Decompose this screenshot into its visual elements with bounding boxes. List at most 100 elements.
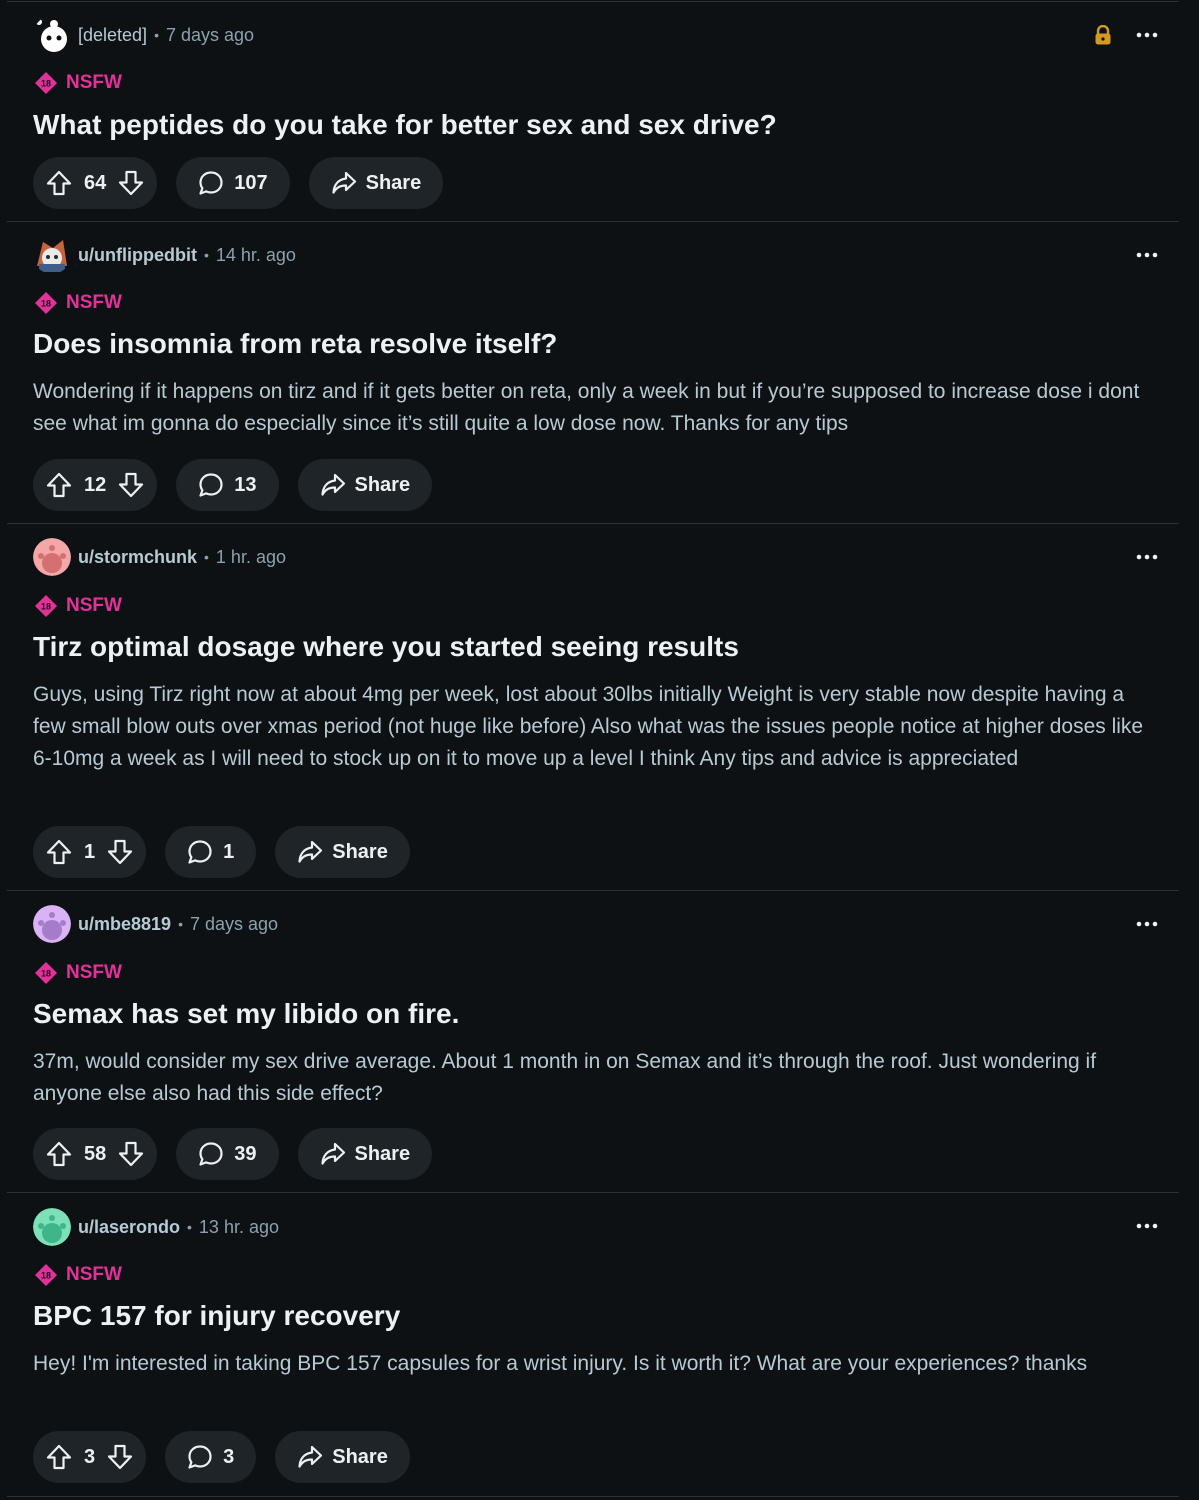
post-meta: u/unflippedbit • 14 hr. ago [33, 235, 296, 275]
nsfw-18-icon: 18 [35, 1264, 57, 1286]
post-actions: 1 1 Share [33, 826, 410, 878]
vote-control: 64 [33, 157, 158, 209]
post-meta: u/laserondo • 13 hr. ago [33, 1207, 279, 1247]
share-label: Share [332, 1445, 388, 1468]
avatar[interactable] [33, 1208, 71, 1246]
share-icon [297, 1444, 323, 1470]
share-icon [320, 1141, 346, 1167]
vote-count: 3 [84, 1445, 96, 1468]
more-options-icon[interactable] [1135, 243, 1159, 267]
divider [7, 1496, 1179, 1497]
post-title[interactable]: BPC 157 for injury recovery [33, 1298, 1159, 1334]
avatar[interactable] [33, 236, 71, 274]
share-button[interactable]: Share [297, 1128, 433, 1180]
post-actions: 12 13 Share [33, 459, 433, 511]
share-button[interactable]: Share [275, 826, 410, 878]
more-options-icon[interactable] [1135, 23, 1159, 47]
post-time: 14 hr. ago [215, 244, 296, 265]
svg-text:18: 18 [41, 79, 51, 89]
avatar[interactable] [33, 905, 71, 943]
comment-count: 39 [234, 1142, 257, 1165]
nsfw-18-icon: 18 [35, 292, 57, 314]
vote-control: 58 [33, 1128, 158, 1180]
post-body[interactable]: 37m, would consider my sex drive average… [33, 1046, 1158, 1110]
divider [7, 221, 1179, 222]
post-tools [1135, 537, 1159, 577]
comment-icon [198, 170, 224, 196]
vote-count: 64 [84, 171, 107, 194]
downvote-icon[interactable] [118, 170, 144, 196]
comment-icon [187, 1444, 213, 1470]
post-tools [1135, 1206, 1159, 1246]
separator-dot: • [154, 27, 159, 43]
nsfw-tag: 18 NSFW [34, 1263, 122, 1287]
post-tools [1093, 15, 1159, 55]
post-time: 13 hr. ago [198, 1216, 279, 1237]
upvote-icon[interactable] [46, 1141, 72, 1167]
downvote-icon[interactable] [118, 1141, 144, 1167]
nsfw-label: NSFW [66, 962, 122, 983]
nsfw-tag: 18 NSFW [34, 71, 122, 95]
svg-text:18: 18 [41, 602, 51, 612]
comment-count: 13 [234, 473, 257, 496]
username[interactable]: u/unflippedbit [78, 245, 197, 266]
vote-control: 3 [33, 1431, 147, 1483]
nsfw-18-icon: 18 [35, 595, 57, 617]
more-options-icon[interactable] [1135, 1214, 1159, 1238]
post-body[interactable]: Hey! I'm interested in taking BPC 157 ca… [33, 1348, 1158, 1380]
upvote-icon[interactable] [46, 1444, 72, 1470]
divider [7, 1192, 1179, 1193]
lock-icon [1093, 24, 1113, 46]
share-button[interactable]: Share [308, 157, 444, 209]
post-title[interactable]: Does insomnia from reta resolve itself? [33, 326, 1159, 362]
avatar[interactable] [33, 16, 71, 54]
downvote-icon[interactable] [107, 839, 133, 865]
avatar[interactable] [33, 538, 71, 576]
share-label: Share [354, 473, 411, 496]
post-title[interactable]: Semax has set my libido on fire. [33, 996, 1159, 1032]
downvote-icon[interactable] [118, 472, 144, 498]
upvote-icon[interactable] [46, 170, 72, 196]
share-button[interactable]: Share [297, 459, 433, 511]
post-meta: [deleted] • 7 days ago [33, 15, 254, 55]
comment-icon [198, 1141, 224, 1167]
post-body[interactable]: Wondering if it happens on tirz and if i… [33, 376, 1158, 440]
separator-dot: • [203, 247, 209, 263]
comments-button[interactable]: 1 [165, 826, 257, 878]
username[interactable]: u/laserondo [78, 1217, 180, 1238]
downvote-icon[interactable] [107, 1444, 133, 1470]
vote-count: 58 [84, 1142, 107, 1165]
vote-control: 1 [33, 826, 147, 878]
comments-button[interactable]: 39 [176, 1128, 279, 1180]
nsfw-label: NSFW [66, 292, 122, 313]
post-title[interactable]: Tirz optimal dosage where you started se… [33, 629, 1159, 665]
nsfw-label: NSFW [66, 72, 122, 93]
username[interactable]: u/mbe8819 [78, 914, 171, 935]
comment-count: 3 [223, 1445, 235, 1468]
share-label: Share [332, 840, 388, 863]
post-tools [1135, 235, 1159, 275]
more-options-icon[interactable] [1135, 545, 1159, 569]
comments-button[interactable]: 3 [165, 1431, 257, 1483]
comments-button[interactable]: 107 [176, 157, 290, 209]
nsfw-label: NSFW [66, 595, 122, 616]
post-title[interactable]: What peptides do you take for better sex… [33, 107, 1159, 143]
separator-dot: • [178, 916, 183, 932]
share-icon [320, 472, 346, 498]
share-icon [297, 839, 323, 865]
nsfw-label: NSFW [66, 1264, 122, 1285]
post-body[interactable]: Guys, using Tirz right now at about 4mg … [33, 679, 1158, 775]
divider [7, 1, 1179, 2]
nsfw-18-icon: 18 [35, 962, 57, 984]
nsfw-18-icon: 18 [35, 72, 57, 94]
more-options-icon[interactable] [1135, 912, 1159, 936]
upvote-icon[interactable] [46, 472, 72, 498]
separator-dot: • [187, 1219, 192, 1235]
post-meta: u/stormchunk • 1 hr. ago [33, 537, 286, 577]
comments-button[interactable]: 13 [176, 459, 279, 511]
vote-count: 1 [84, 840, 96, 863]
username[interactable]: u/stormchunk [78, 547, 197, 568]
username: [deleted] [78, 24, 148, 45]
share-button[interactable]: Share [275, 1431, 410, 1483]
upvote-icon[interactable] [46, 839, 72, 865]
